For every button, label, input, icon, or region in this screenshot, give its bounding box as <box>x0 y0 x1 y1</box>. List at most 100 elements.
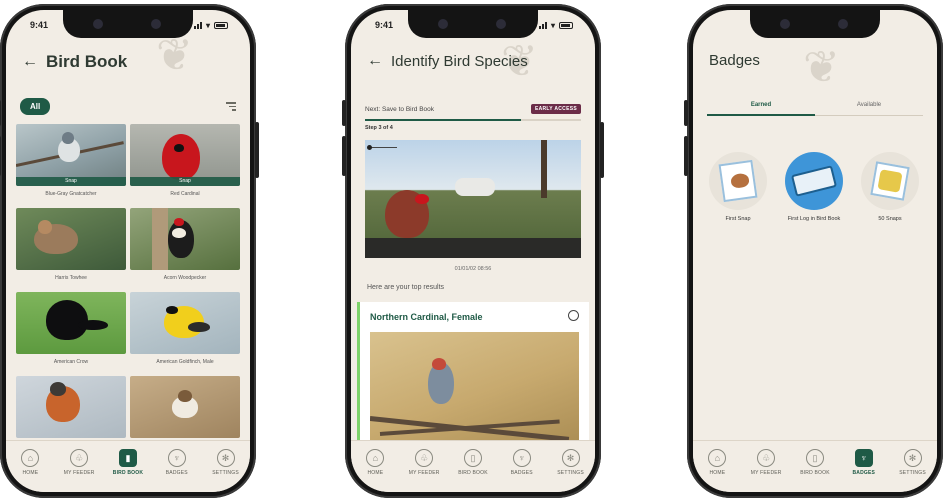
gear-icon: ✻ <box>216 449 235 467</box>
screen-badges: ❦ Badges Earned Available First Snap Fir… <box>693 10 937 492</box>
notch <box>750 10 880 38</box>
tab-label: SETTINGS <box>557 470 584 476</box>
tab-home[interactable]: ⌂ HOME <box>8 449 52 476</box>
filter-bar: All <box>20 98 236 115</box>
badge-item[interactable]: 50 Snaps <box>857 152 923 223</box>
tab-home[interactable]: ⌂ HOME <box>353 449 397 476</box>
bird-card[interactable]: American Goldfinch, Male <box>130 292 240 372</box>
bird-name: Acorn Woodpecker <box>163 275 207 281</box>
home-icon: ⌂ <box>708 449 727 467</box>
tab-label: BIRD BOOK <box>112 470 144 476</box>
page-title: Identify Bird Species <box>391 52 528 70</box>
photo-slider[interactable] <box>367 145 397 150</box>
tab-label: HOME <box>709 470 726 476</box>
status-time: 9:41 <box>375 20 394 30</box>
step-progress <box>365 119 581 121</box>
book-icon: ▯ <box>805 449 824 467</box>
phone-bird-book: 9:41 ▾ ❦ ← Bird Book All Snap Blue-Gray … <box>0 4 259 498</box>
back-arrow-icon[interactable]: ← <box>22 53 38 71</box>
result-name: Northern Cardinal, Female <box>370 312 483 322</box>
battery-icon <box>214 21 228 29</box>
tab-label: MY FEEDER <box>750 470 782 476</box>
screen-bird-book: 9:41 ▾ ❦ ← Bird Book All Snap Blue-Gray … <box>6 10 250 492</box>
photo-timestamp: 01/01/02 08:56 <box>454 266 492 272</box>
badge-item[interactable]: First Snap <box>705 152 771 223</box>
bird-grid: Snap Blue-Gray Gnatcatcher Snap Red Card… <box>16 124 240 450</box>
gear-icon: ✻ <box>561 449 580 467</box>
bird-photo <box>130 376 240 438</box>
header: ← Identify Bird Species <box>367 52 579 70</box>
snap-label: Snap <box>16 177 126 186</box>
book-icon: ▯ <box>463 449 482 467</box>
bird-card[interactable] <box>16 376 126 450</box>
bird-card[interactable]: Harris Towhee <box>16 208 126 288</box>
wifi-icon: ▾ <box>205 20 210 30</box>
filter-all-chip[interactable]: All <box>20 98 51 115</box>
next-step-label: Next: Save to Bird Book <box>365 105 435 113</box>
tab-my-feeder[interactable]: ♧ MY FEEDER <box>402 449 446 476</box>
bird-name: American Goldfinch, Male <box>156 359 214 365</box>
tab-label: HOME <box>367 470 384 476</box>
snap-label: Snap <box>130 177 240 186</box>
step-progress-fill <box>365 119 521 121</box>
tab-bar: ⌂ HOME ♧ MY FEEDER ▮ BIRD BOOK ♆ BADGES ✻ SET… <box>6 440 250 492</box>
status-bar: 9:41 ▾ <box>375 20 573 30</box>
result-select-radio[interactable] <box>568 310 579 321</box>
tab-label: SETTINGS <box>212 470 239 476</box>
tab-settings[interactable]: ✻ SETTINGS <box>204 449 248 476</box>
tab-bird-book[interactable]: ▯ BIRD BOOK <box>793 449 837 476</box>
bird-card[interactable]: American Crow <box>16 292 126 372</box>
tab-settings[interactable]: ✻ SETTINGS <box>549 449 593 476</box>
tab-settings[interactable]: ✻ SETTINGS <box>891 449 935 476</box>
status-bar: 9:41 ▾ <box>30 20 228 30</box>
bird-photo: Snap <box>16 124 126 186</box>
bird-photo <box>16 376 126 438</box>
screen-identify: 9:41 ▾ ❦ ← Identify Bird Species Next: S… <box>351 10 595 492</box>
bird-name: Harris Towhee <box>55 275 87 281</box>
feeder-icon: ♧ <box>415 449 434 467</box>
badge-list: First Snap First Log in Bird Book 50 Sna… <box>705 152 937 223</box>
trophy-icon: ♆ <box>167 449 186 467</box>
filter-icon[interactable] <box>226 102 236 111</box>
phone-badges: ❦ Badges Earned Available First Snap Fir… <box>684 4 943 498</box>
tab-badges[interactable]: ♆ BADGES <box>500 449 544 476</box>
tab-badges[interactable]: ♆ BADGES <box>155 449 199 476</box>
feeder-photo <box>365 140 581 258</box>
bird-card[interactable]: Snap Red Cardinal <box>130 124 240 204</box>
results-heading: Here are your top results <box>367 284 445 291</box>
battery-icon <box>559 21 573 29</box>
tab-label: HOME <box>22 470 39 476</box>
tab-label: BIRD BOOK <box>458 470 488 476</box>
badge-name: First Log in Bird Book <box>787 216 841 222</box>
bird-photo: Snap <box>130 124 240 186</box>
bird-card[interactable]: Acorn Woodpecker <box>130 208 240 288</box>
bird-photo <box>16 208 126 270</box>
tab-my-feeder[interactable]: ♧ MY FEEDER <box>57 449 101 476</box>
badge-name: First Snap <box>725 216 751 222</box>
bird-card[interactable] <box>130 376 240 450</box>
tab-label: BADGES <box>852 470 876 476</box>
tab-bar: ⌂ HOME ♧ MY FEEDER ▯ BIRD BOOK ♆ BADGES ✻ SET… <box>351 440 595 492</box>
signal-icon <box>538 21 547 29</box>
badge-bird-book-icon <box>785 152 843 210</box>
status-time: 9:41 <box>30 20 49 30</box>
tab-label: SETTINGS <box>899 470 926 476</box>
stage: 9:41 ▾ ❦ ← Bird Book All Snap Blue-Gray … <box>0 0 943 502</box>
book-icon: ▮ <box>118 449 137 467</box>
badge-item[interactable]: First Log in Bird Book <box>781 152 847 223</box>
tab-label: MY FEEDER <box>408 470 440 476</box>
back-arrow-icon[interactable]: ← <box>367 52 383 70</box>
step-bar: Next: Save to Bird Book EARLY ACCESS Ste… <box>365 104 581 131</box>
tab-badges[interactable]: ♆ BADGES <box>842 449 886 476</box>
tab-available[interactable]: Available <box>815 102 923 116</box>
tab-earned[interactable]: Earned <box>707 102 815 116</box>
wifi-icon: ▾ <box>550 20 555 30</box>
step-counter: Step 3 of 4 <box>365 125 393 131</box>
tab-bird-book[interactable]: ▯ BIRD BOOK <box>451 449 495 476</box>
feeder-icon: ♧ <box>70 449 89 467</box>
bird-photo <box>16 292 126 354</box>
bird-card[interactable]: Snap Blue-Gray Gnatcatcher <box>16 124 126 204</box>
tab-bird-book[interactable]: ▮ BIRD BOOK <box>106 449 150 476</box>
tab-home[interactable]: ⌂ HOME <box>695 449 739 476</box>
tab-my-feeder[interactable]: ♧ MY FEEDER <box>744 449 788 476</box>
